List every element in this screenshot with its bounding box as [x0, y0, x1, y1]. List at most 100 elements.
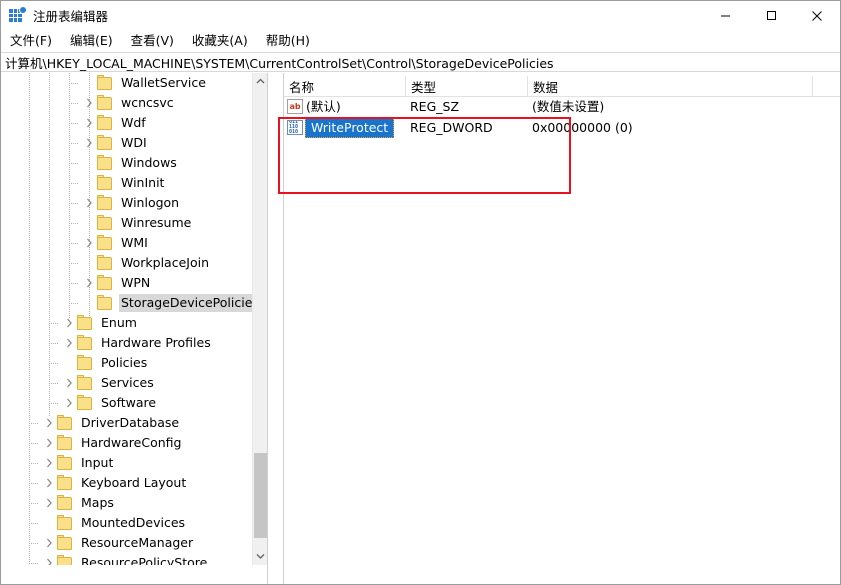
chevron-right-icon[interactable] [81, 193, 97, 213]
tree-item-label: Input [81, 455, 114, 470]
chevron-right-icon[interactable] [41, 473, 57, 493]
column-header-data[interactable]: 数据 [528, 76, 813, 96]
tree-item-windows[interactable]: Windows [1, 153, 253, 173]
tree-item-wdi[interactable]: WDI [1, 133, 253, 153]
tree-item-maps[interactable]: Maps [1, 493, 253, 513]
chevron-right-icon[interactable] [41, 413, 57, 433]
tree-connector [49, 343, 59, 344]
menu-view[interactable]: 查看(V) [122, 31, 183, 51]
registry-tree-pane[interactable]: WalletService wcncsvc Wdf WDI Windows WinInit… [1, 73, 267, 565]
tree-vertical-scrollbar[interactable] [252, 73, 267, 565]
chevron-right-icon[interactable] [81, 113, 97, 133]
value-row[interactable]: ab (默认) REG_SZ (数值未设置) [284, 97, 840, 116]
registry-values-pane[interactable]: 名称 类型 数据 ab (默认) REG_SZ (数值未设置) 011 110 010 Wri… [284, 73, 840, 584]
folder-icon [97, 94, 113, 110]
title-bar: 注册表编辑器 [1, 1, 840, 30]
folder-icon [57, 434, 73, 450]
tree-item-hardwareconfig[interactable]: HardwareConfig [1, 433, 253, 453]
tree-connector [49, 323, 59, 324]
tree-connector [29, 503, 39, 504]
tree-item-resourcepolicystore[interactable]: ResourcePolicyStore [1, 553, 253, 565]
close-button[interactable] [794, 1, 840, 30]
tree-item-label: wcncsvc [121, 95, 174, 110]
tree-item-label: StorageDevicePolicies [119, 294, 253, 312]
tree-item-wininit[interactable]: WinInit [1, 173, 253, 193]
tree-item-workplacejoin[interactable]: WorkplaceJoin [1, 253, 253, 273]
tree-item-software[interactable]: Software [1, 393, 253, 413]
tree-item-walletservice[interactable]: WalletService [1, 73, 253, 93]
tree-item-storagedevicepolicies[interactable]: StorageDevicePolicies [1, 293, 253, 313]
menu-help[interactable]: 帮助(H) [257, 31, 319, 51]
tree-connector [69, 283, 79, 284]
maximize-button[interactable] [748, 1, 794, 30]
tree-connector [49, 383, 59, 384]
tree-item-driverdatabase[interactable]: DriverDatabase [1, 413, 253, 433]
scroll-down-icon[interactable] [253, 548, 267, 565]
value-row[interactable]: 011 110 010 WriteProtect REG_DWORD 0x00000000… [284, 117, 840, 138]
tree-connector [29, 523, 39, 524]
tree-item-input[interactable]: Input [1, 453, 253, 473]
tree-item-enum[interactable]: Enum [1, 313, 253, 333]
chevron-right-icon[interactable] [61, 393, 77, 413]
tree-item-wpn[interactable]: WPN [1, 273, 253, 293]
chevron-right-icon[interactable] [61, 313, 77, 333]
menu-favorites[interactable]: 收藏夹(A) [183, 31, 257, 51]
tree-item-label: Maps [81, 495, 114, 510]
tree-expander-empty [61, 353, 77, 373]
folder-icon [77, 374, 93, 390]
registry-editor-icon [9, 6, 26, 24]
tree-item-resourcemanager[interactable]: ResourceManager [1, 533, 253, 553]
chevron-right-icon[interactable] [41, 453, 57, 473]
tree-connector [69, 143, 79, 144]
value-data: 0x00000000 (0) [532, 119, 633, 135]
tree-item-winlogon[interactable]: Winlogon [1, 193, 253, 213]
tree-item-wcncsvc[interactable]: wcncsvc [1, 93, 253, 113]
menu-bar: 文件(F) 编辑(E) 查看(V) 收藏夹(A) 帮助(H) [1, 30, 840, 52]
scroll-up-icon[interactable] [253, 73, 267, 90]
tree-item-policies[interactable]: Policies [1, 353, 253, 373]
tree-connector [69, 183, 79, 184]
tree-item-winresume[interactable]: Winresume [1, 213, 253, 233]
pane-splitter[interactable] [267, 73, 284, 584]
tree-item-label: Windows [121, 155, 177, 170]
chevron-right-icon[interactable] [81, 273, 97, 293]
tree-item-wmi[interactable]: WMI [1, 233, 253, 253]
menu-file[interactable]: 文件(F) [1, 31, 61, 51]
tree-connector [29, 443, 39, 444]
tree-item-label: WalletService [121, 75, 206, 90]
tree-item-label: WPN [121, 275, 151, 290]
folder-icon [77, 354, 93, 370]
value-name: (默认) [306, 98, 341, 114]
chevron-right-icon[interactable] [41, 433, 57, 453]
minimize-button[interactable] [702, 1, 748, 30]
chevron-right-icon[interactable] [81, 93, 97, 113]
tree-connector [29, 483, 39, 484]
column-header-name[interactable]: 名称 [284, 76, 406, 96]
tree-connector [69, 83, 79, 84]
tree-item-mounteddevices[interactable]: MountedDevices [1, 513, 253, 533]
chevron-right-icon[interactable] [81, 133, 97, 153]
chevron-right-icon[interactable] [41, 533, 57, 553]
menu-edit[interactable]: 编辑(E) [61, 31, 122, 51]
chevron-right-icon[interactable] [61, 373, 77, 393]
chevron-right-icon[interactable] [41, 553, 57, 565]
tree-item-label: Hardware Profiles [101, 335, 211, 350]
address-bar[interactable]: 计算机\HKEY_LOCAL_MACHINE\SYSTEM\CurrentCon… [1, 52, 840, 72]
chevron-right-icon[interactable] [81, 233, 97, 253]
tree-connector [69, 163, 79, 164]
tree-item-hardware-profiles[interactable]: Hardware Profiles [1, 333, 253, 353]
tree-connector [29, 463, 39, 464]
tree-item-label: WDI [121, 135, 147, 150]
tree-connector [49, 363, 59, 364]
caption-button-group [702, 1, 840, 30]
tree-item-wdf[interactable]: Wdf [1, 113, 253, 133]
tree-item-keyboard-layout[interactable]: Keyboard Layout [1, 473, 253, 493]
tree-connector [69, 263, 79, 264]
tree-vertical-scroll-thumb[interactable] [254, 453, 267, 538]
chevron-right-icon[interactable] [41, 493, 57, 513]
tree-item-label: ResourceManager [81, 535, 194, 550]
chevron-right-icon[interactable] [61, 333, 77, 353]
column-header-type[interactable]: 类型 [406, 76, 528, 96]
tree-item-services[interactable]: Services [1, 373, 253, 393]
tree-item-label: Winlogon [121, 195, 180, 210]
